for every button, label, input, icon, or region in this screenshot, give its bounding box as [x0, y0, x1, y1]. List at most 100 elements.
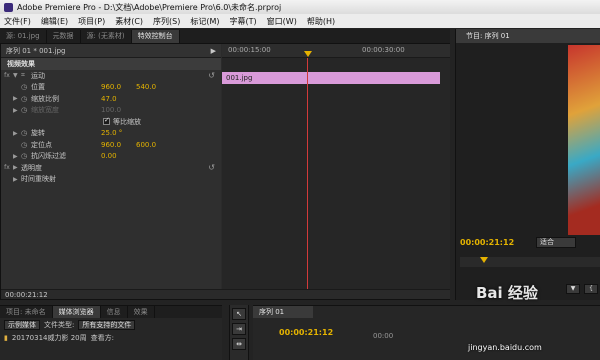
- watermark-logo: Bai 经验: [476, 284, 538, 302]
- reset-icon[interactable]: ↺: [208, 71, 215, 80]
- tab-source-empty[interactable]: 源: (无素材): [81, 29, 132, 43]
- property-value[interactable]: 47.0: [101, 95, 136, 103]
- stopwatch-icon[interactable]: ◷: [21, 95, 31, 103]
- timeline-timecode[interactable]: 00:00:21:12: [279, 328, 333, 337]
- folder-row: ▮ 20170314威力影 20周 查看方:: [0, 331, 222, 344]
- program-time-ruler[interactable]: [460, 257, 600, 267]
- program-video-preview: [568, 45, 600, 235]
- uniform-scale-label: 等比缩放: [113, 117, 141, 126]
- menu-clip[interactable]: 素材(C): [115, 16, 143, 27]
- menu-help[interactable]: 帮助(H): [307, 16, 335, 27]
- effect-time-ruler[interactable]: 00:00:15:00 00:00:30:00: [222, 44, 450, 58]
- property-label: 旋转: [31, 129, 45, 138]
- premiere-app-icon: [4, 2, 13, 12]
- menu-sequence[interactable]: 序列(S): [153, 16, 180, 27]
- playhead-line: [307, 58, 308, 293]
- stopwatch-icon[interactable]: ◷: [21, 129, 31, 137]
- property-label: 缩放比例: [31, 94, 59, 103]
- expand-arrow-icon[interactable]: ▶: [211, 47, 216, 55]
- property-value-y[interactable]: 540.0: [136, 83, 171, 91]
- tab-info[interactable]: 信息: [101, 306, 128, 318]
- property-value-x[interactable]: 960.0: [101, 83, 136, 91]
- fx-toggle-icon[interactable]: fx: [1, 72, 13, 79]
- property-value[interactable]: 0.00: [101, 152, 136, 160]
- menu-window[interactable]: 窗口(W): [267, 16, 297, 27]
- tab-project[interactable]: 项目: 未命名: [0, 306, 53, 318]
- menu-edit[interactable]: 编辑(E): [41, 16, 68, 27]
- property-row: ◷ 定位点 960.0 600.0: [1, 139, 221, 151]
- menu-marker[interactable]: 标记(M): [190, 16, 219, 27]
- tools-panel: ↖ ⇥ ⇹: [229, 305, 249, 360]
- menu-file[interactable]: 文件(F): [4, 16, 31, 27]
- expand-triangle-icon[interactable]: ▶: [13, 164, 21, 171]
- expand-triangle-icon[interactable]: ▶: [13, 130, 21, 137]
- opacity-label: 透明度: [21, 163, 42, 172]
- timeline-ruler-time: 00:00: [373, 332, 394, 340]
- property-value-x[interactable]: 960.0: [101, 141, 136, 149]
- stopwatch-icon[interactable]: ◷: [21, 83, 31, 91]
- sequence-clip-label: 序列 01 * 001.jpg: [6, 46, 66, 55]
- add-marker-button[interactable]: ▼: [566, 284, 580, 294]
- reset-icon[interactable]: ↺: [208, 163, 215, 172]
- folder-icon: ▮: [4, 333, 8, 342]
- property-row: ▶ ◷ 旋转 25.0 °: [1, 128, 221, 140]
- property-value: 100.0: [101, 106, 122, 115]
- source-panel-tabs: 源: 01.jpg 元数据 源: (无素材) 特效控制台: [0, 29, 450, 43]
- mark-in-button[interactable]: {: [584, 284, 598, 294]
- fx-toggle-icon[interactable]: fx: [1, 164, 13, 171]
- property-label: 缩放宽度: [31, 106, 59, 115]
- tab-effects[interactable]: 效果: [128, 306, 155, 318]
- file-type-label: 文件类型:: [44, 320, 75, 329]
- effect-controls-footer: 00:00:21:12: [1, 289, 450, 299]
- property-value-y[interactable]: 600.0: [136, 141, 171, 149]
- stopwatch-icon[interactable]: ◷: [21, 152, 31, 160]
- file-type-dropdown[interactable]: 所有支持的文件: [78, 319, 136, 330]
- zoom-fit-dropdown[interactable]: 适合: [536, 237, 576, 248]
- uniform-scale-row: 等比缩放: [1, 116, 221, 128]
- expand-triangle-icon[interactable]: ▶: [13, 95, 21, 102]
- project-panel: 项目: 未命名 媒体浏览器 信息 效果 示例媒体 文件类型: 所有支持的文件 ▮…: [0, 305, 222, 360]
- tab-effect-controls[interactable]: 特效控制台: [131, 29, 180, 43]
- property-value[interactable]: 25.0 °: [101, 129, 136, 137]
- menu-title[interactable]: 字幕(T): [230, 16, 257, 27]
- ruler-start-time: 00:00:15:00: [228, 46, 271, 54]
- current-time-display[interactable]: 00:00:21:12: [5, 291, 48, 299]
- clip-bar[interactable]: 001.jpg: [222, 72, 440, 84]
- ripple-edit-tool-icon[interactable]: ⇹: [232, 338, 246, 350]
- view-as-label: 查看方:: [90, 333, 114, 342]
- selection-tool-icon[interactable]: ↖: [232, 308, 246, 320]
- project-panel-tabs: 项目: 未命名 媒体浏览器 信息 效果: [0, 306, 222, 318]
- motion-row[interactable]: fx ▼ ⌗ 运动 ↺: [1, 70, 221, 82]
- tab-media-browser[interactable]: 媒体浏览器: [52, 306, 101, 318]
- tab-program[interactable]: 节目: 序列 01: [456, 29, 600, 43]
- playhead-icon[interactable]: [304, 51, 312, 57]
- playhead-icon[interactable]: [480, 257, 488, 263]
- expand-triangle-icon[interactable]: ▶: [13, 153, 21, 160]
- property-row: ▶ ◷ 缩放宽度 100.0: [1, 105, 221, 117]
- program-timecode[interactable]: 00:00:21:12: [460, 238, 514, 247]
- title-bar: Adobe Premiere Pro - D:\文档\Adobe\Premier…: [0, 0, 600, 14]
- opacity-row[interactable]: fx ▶ 透明度 ↺: [1, 162, 221, 174]
- effect-timeline-area[interactable]: 00:00:15:00 00:00:30:00 001.jpg: [222, 44, 450, 299]
- folder-name[interactable]: 20170314威力影 20周: [12, 333, 87, 343]
- time-remap-row[interactable]: ▶ 时间重映射: [1, 174, 221, 186]
- stopwatch-icon: ◷: [21, 106, 28, 115]
- uniform-scale-checkbox[interactable]: [103, 116, 110, 126]
- track-select-tool-icon[interactable]: ⇥: [232, 323, 246, 335]
- expand-triangle-icon[interactable]: ▶: [13, 176, 21, 183]
- property-label: 位置: [31, 83, 45, 92]
- expand-triangle-icon[interactable]: ▼: [13, 72, 21, 79]
- sequence-clip-row: 序列 01 * 001.jpg ▶: [1, 44, 221, 58]
- stopwatch-icon[interactable]: ◷: [21, 141, 31, 149]
- time-remap-label: 时间重映射: [21, 175, 56, 184]
- media-source-dropdown[interactable]: 示例媒体: [4, 319, 40, 330]
- property-label: 定位点: [31, 140, 52, 149]
- program-monitor: 节目: 序列 01 00:00:21:12 适合 ▼ {: [455, 29, 600, 300]
- video-effects-header: 视频效果: [1, 58, 221, 70]
- property-label: 抗闪烁过滤: [31, 152, 66, 161]
- tab-sequence[interactable]: 序列 01: [253, 306, 313, 318]
- tab-metadata[interactable]: 元数据: [47, 29, 81, 43]
- expand-triangle-icon: ▶: [13, 106, 18, 114]
- menu-project[interactable]: 项目(P): [78, 16, 105, 27]
- tab-source[interactable]: 源: 01.jpg: [0, 29, 47, 43]
